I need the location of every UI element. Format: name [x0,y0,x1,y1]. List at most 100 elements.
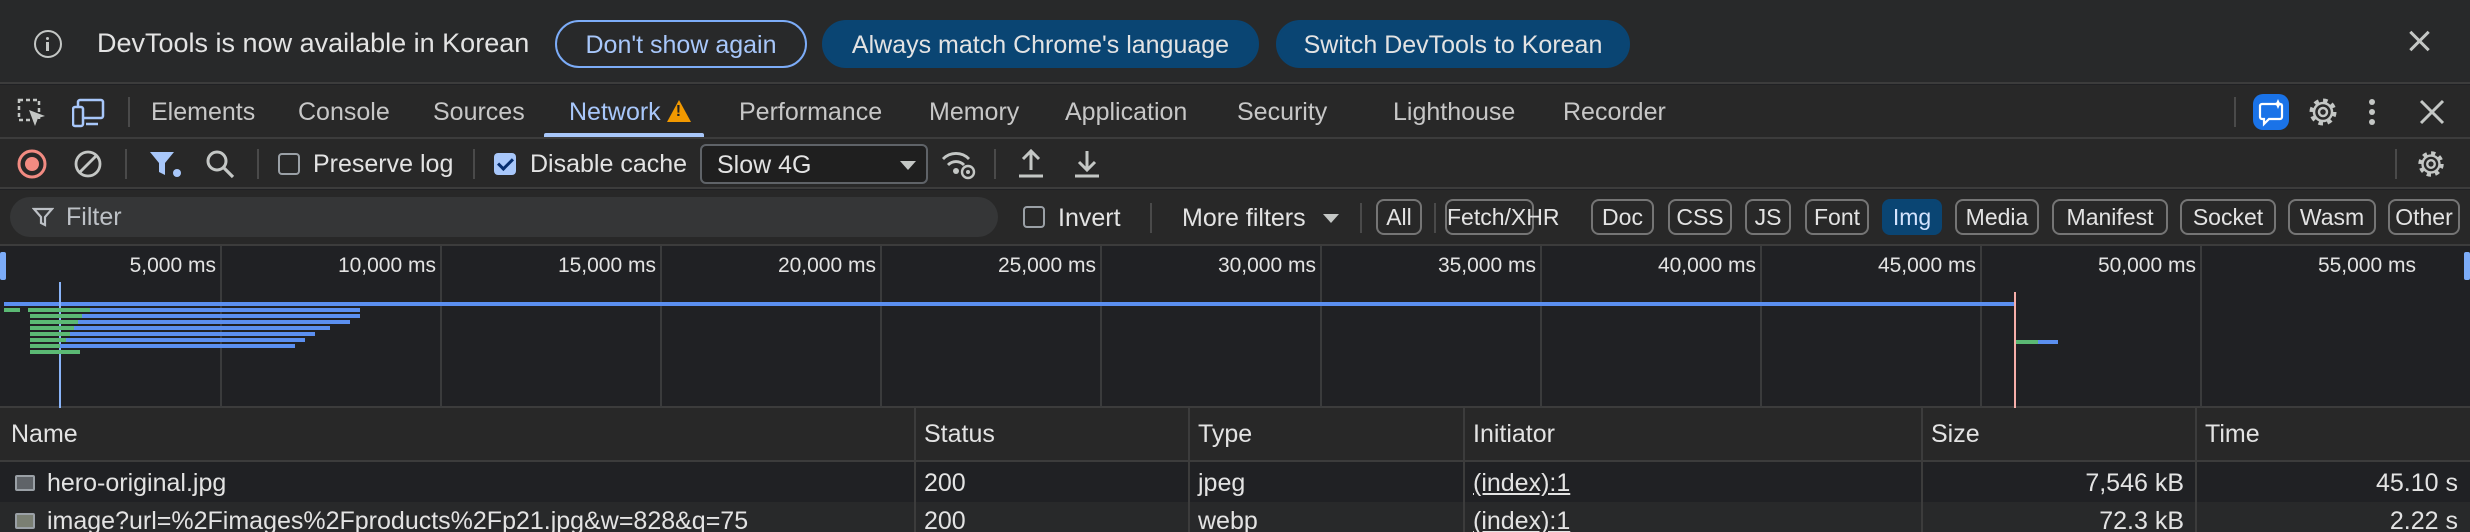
divider [1360,203,1362,233]
waterfall-bar [30,350,80,354]
column-divider[interactable] [1463,408,1465,532]
waterfall-bar [30,326,74,330]
range-end-handle[interactable] [2464,252,2470,280]
request-name: hero-original.jpg [47,469,227,497]
column-header-time[interactable]: Time [2205,420,2260,449]
funnel-icon [32,207,54,227]
tab-console[interactable]: Console [298,98,390,127]
dont-show-again-button[interactable]: Don't show again [555,20,807,68]
gridline [660,246,662,408]
request-time: 45.10 s [2375,469,2458,497]
switch-to-korean-button[interactable]: Switch DevTools to Korean [1276,20,1630,68]
device-toolbar-icon[interactable] [72,97,106,129]
request-initiator-link[interactable]: (index):1 [1473,469,1570,498]
gridline [1980,246,1982,408]
image-file-icon [15,513,35,529]
divider [994,149,996,179]
filter-type-font[interactable]: Font [1805,199,1869,235]
import-har-icon[interactable] [1016,148,1046,180]
filter-type-fetch-xhr[interactable]: Fetch/XHR [1445,199,1559,235]
request-type: jpeg [1198,469,1246,497]
network-overview-timeline[interactable]: 5,000 ms 10,000 ms 15,000 ms 20,000 ms 2… [0,246,2470,408]
divider [1434,203,1436,233]
waterfall-bar [30,320,350,324]
settings-gear-icon[interactable] [2306,95,2340,129]
column-header-size[interactable]: Size [1931,420,1980,449]
throttling-select[interactable]: Slow 4G [700,144,928,184]
tab-sources[interactable]: Sources [433,98,525,127]
preserve-log-checkbox[interactable] [278,153,300,175]
filter-type-manifest[interactable]: Manifest [2052,199,2168,235]
waterfall-bar [30,338,66,342]
close-infobar-icon[interactable] [2405,26,2435,56]
tab-performance[interactable]: Performance [739,98,882,127]
inspect-element-icon[interactable] [17,98,47,128]
divider [473,149,475,179]
waterfall-bar [30,332,315,336]
filter-type-media[interactable]: Media [1955,199,2039,235]
filter-type-img[interactable]: Img [1882,199,1942,235]
table-row[interactable]: image?url=%2Fimages%2Fproducts%2Fp21.jpg… [0,502,2470,532]
tab-memory[interactable]: Memory [929,98,1019,127]
tab-elements[interactable]: Elements [151,98,255,127]
column-divider[interactable] [2195,408,2197,532]
more-options-icon[interactable] [2366,97,2378,127]
invert-label: Invert [1058,204,1121,232]
always-match-language-button[interactable]: Always match Chrome's language [822,20,1259,68]
waterfall-bar [30,314,82,318]
filter-type-wasm[interactable]: Wasm [2288,199,2376,235]
divider [2395,149,2397,179]
tick-label: 10,000 ms [337,254,436,277]
request-size: 7,546 kB [2085,469,2184,497]
request-name: image?url=%2Fimages%2Fproducts%2Fp21.jpg… [47,507,749,532]
column-divider[interactable] [914,408,916,532]
column-divider[interactable] [1188,408,1190,532]
filter-type-all[interactable]: All [1376,199,1422,235]
preserve-log-label: Preserve log [313,150,454,178]
range-start-handle[interactable] [0,252,6,280]
tick-label: 35,000 ms [1437,254,1536,277]
waterfall-bar [2016,340,2038,344]
divider [257,149,259,179]
filter-type-js[interactable]: JS [1745,199,1791,235]
filter-input[interactable]: Filter [10,197,998,237]
column-header-name[interactable]: Name [11,420,78,449]
ai-assistance-icon[interactable] [2252,93,2290,131]
table-row[interactable]: hero-original.jpg 200 jpeg (index):1 7,5… [0,464,2470,502]
invert-checkbox[interactable] [1023,206,1045,228]
waterfall-bar [30,332,70,336]
network-conditions-icon[interactable] [940,147,976,181]
chevron-down-icon [1323,214,1339,223]
filter-type-css[interactable]: CSS [1668,199,1732,235]
tab-network[interactable]: Network [569,98,691,127]
filter-type-doc[interactable]: Doc [1591,199,1654,235]
search-icon[interactable] [204,148,236,180]
column-header-type[interactable]: Type [1198,420,1252,449]
tab-lighthouse[interactable]: Lighthouse [1393,98,1515,127]
column-header-initiator[interactable]: Initiator [1473,420,1555,449]
export-har-icon[interactable] [1072,148,1102,180]
tab-security[interactable]: Security [1237,98,1327,127]
request-status: 200 [924,507,966,532]
divider [2234,97,2236,127]
network-toolbar: Preserve log Disable cache Slow 4G [0,139,2470,189]
filter-type-socket[interactable]: Socket [2180,199,2276,235]
filter-icon[interactable] [148,149,182,179]
gridline [2200,246,2202,408]
waterfall-bar [30,344,60,348]
request-type: webp [1198,507,1258,532]
column-header-status[interactable]: Status [924,420,995,449]
column-divider[interactable] [1921,408,1923,532]
tab-recorder[interactable]: Recorder [1563,98,1666,127]
filter-type-other[interactable]: Other [2388,199,2460,235]
tab-application[interactable]: Application [1065,98,1187,127]
more-filters-button[interactable]: More filters [1182,204,1306,233]
clear-log-icon[interactable] [72,148,104,180]
stop-recording-icon[interactable] [16,148,48,180]
tick-label: 20,000 ms [777,254,876,277]
request-initiator-link[interactable]: (index):1 [1473,507,1570,532]
close-devtools-icon[interactable] [2418,98,2446,126]
network-settings-gear-icon[interactable] [2415,148,2447,180]
image-file-icon [15,475,35,491]
disable-cache-checkbox[interactable] [494,153,516,175]
